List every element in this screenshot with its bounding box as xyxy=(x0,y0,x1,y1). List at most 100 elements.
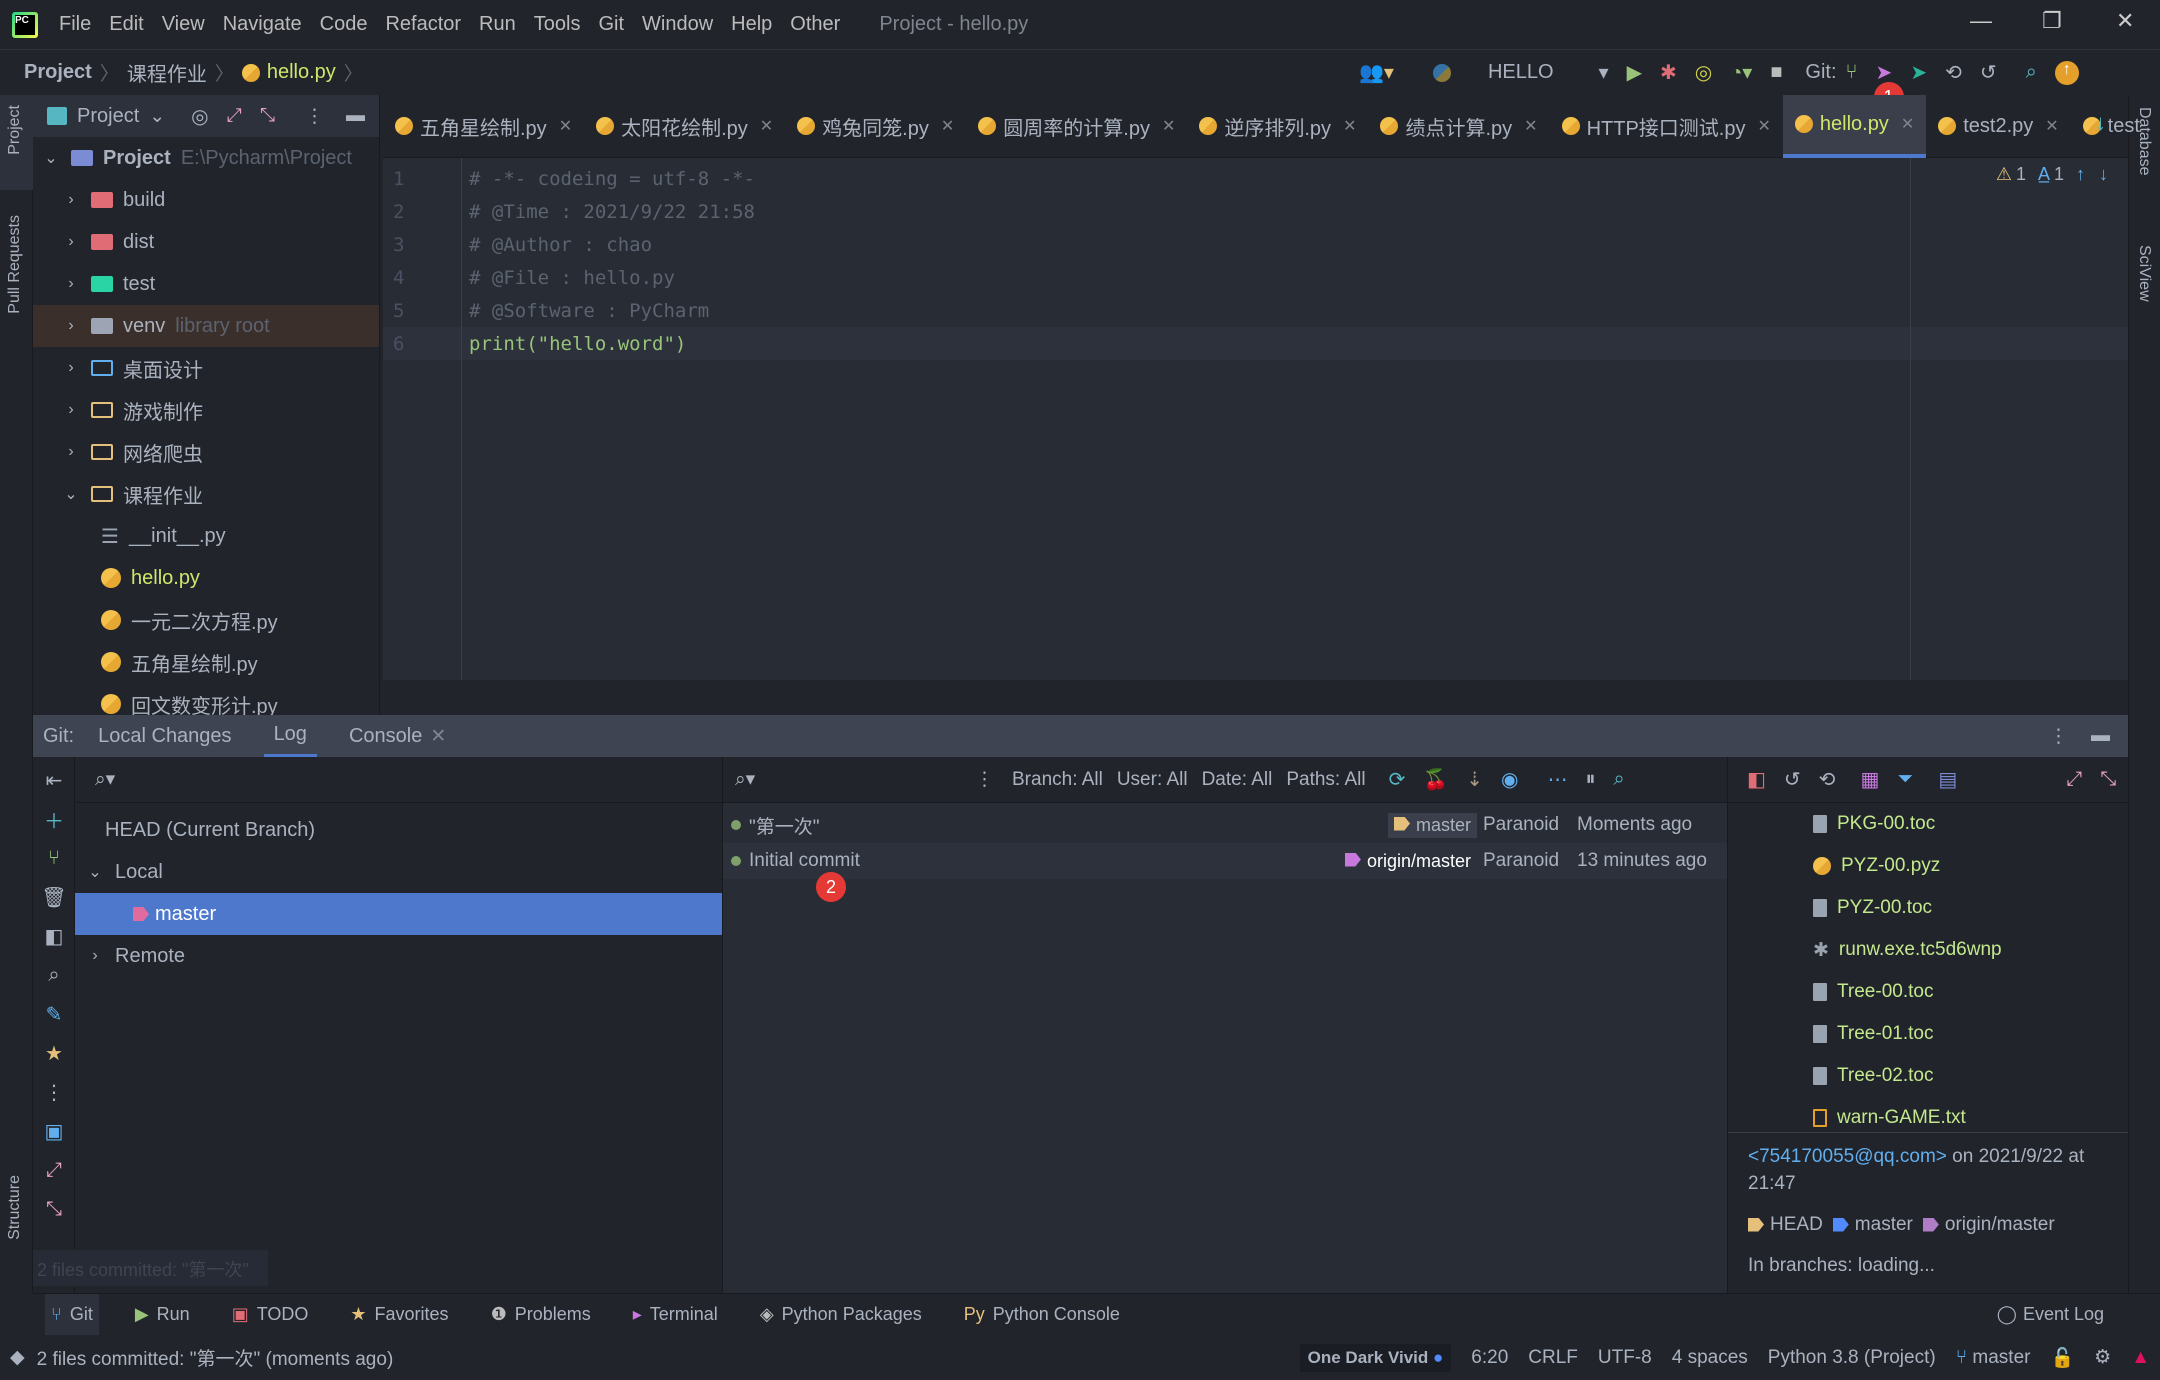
expand-all-icon[interactable]: ⤢ xyxy=(227,105,242,127)
menu-view[interactable]: View xyxy=(162,13,205,36)
breadcrumb-project[interactable]: Project xyxy=(24,61,92,84)
branch-head[interactable]: HEAD (Current Branch) xyxy=(75,809,722,851)
breadcrumb-file[interactable]: hello.py xyxy=(267,61,336,84)
code-editor[interactable]: 1 # -*- codeing = utf-8 -*- 2 # @Time : 202… xyxy=(383,158,2128,680)
next-highlight-icon[interactable]: ↓ xyxy=(2099,164,2108,185)
favorite-star-icon[interactable]: ★ xyxy=(33,1034,75,1073)
branch-group-remote[interactable]: › Remote xyxy=(75,935,722,977)
menu-window[interactable]: Window xyxy=(642,13,713,36)
history-icon[interactable]: ⟲ xyxy=(1819,767,1836,792)
tab-local-changes[interactable]: Local Changes xyxy=(98,715,231,757)
run-icon[interactable]: ▶ xyxy=(1627,60,1642,85)
author-email-link[interactable]: <754170055@qq.com> xyxy=(1748,1146,1947,1167)
tab-2[interactable]: 鸡兔同笼.py ✕ xyxy=(785,95,966,158)
chevron-down-icon[interactable]: ⌄ xyxy=(41,148,61,168)
tree-item[interactable]: › test xyxy=(33,263,379,305)
menu-run[interactable]: Run xyxy=(479,13,516,36)
chevron-right-icon[interactable]: › xyxy=(61,233,81,251)
more-icon[interactable]: ⋮ xyxy=(33,1073,75,1112)
changed-file[interactable]: Tree-01.toc xyxy=(1728,1013,2128,1055)
filter-branch[interactable]: Branch: All xyxy=(1012,769,1103,791)
options-icon[interactable]: ⋮ xyxy=(975,768,994,791)
close-tab-icon[interactable]: ✕ xyxy=(1162,116,1175,136)
tool-window-problems[interactable]: ❶ Problems xyxy=(485,1294,597,1336)
tab-5[interactable]: 绩点计算.py ✕ xyxy=(1368,95,1549,158)
sort-icon[interactable]: ⇣ xyxy=(1466,767,1483,792)
chevron-down-icon[interactable]: ⌄ xyxy=(61,484,81,504)
filter-user[interactable]: User: All xyxy=(1117,769,1188,791)
filter-paths[interactable]: Paths: All xyxy=(1286,769,1365,791)
close-tab-icon[interactable]: ✕ xyxy=(559,116,572,136)
collapse-all-icon[interactable]: ⤡ xyxy=(260,105,275,127)
log-search-input[interactable]: ⌕▾ xyxy=(735,768,975,791)
stripe-sciview[interactable]: SciView xyxy=(2135,245,2153,302)
checkout-icon[interactable]: ⑂ xyxy=(33,839,75,878)
tool-window-python-packages[interactable]: ◈ Python Packages xyxy=(754,1294,928,1336)
tab-0[interactable]: 五角星绘制.py ✕ xyxy=(383,95,584,158)
breadcrumb-folder[interactable]: 课程作业 xyxy=(127,58,207,87)
search-icon[interactable]: ⌕ xyxy=(1613,768,1624,791)
close-window-button[interactable]: ✕ xyxy=(2116,8,2134,34)
rollback-icon[interactable]: ↺ xyxy=(1980,60,1997,85)
tool-window-todo[interactable]: ▣ TODO xyxy=(226,1294,315,1336)
git-push-icon[interactable]: ➤ xyxy=(1910,60,1927,85)
tree-item[interactable]: ☰ __init__.py xyxy=(33,515,379,557)
update-icon[interactable]: ↑ xyxy=(2054,60,2079,85)
tool-window-terminal[interactable]: ▸ Terminal xyxy=(627,1294,724,1336)
revert-icon[interactable]: ↺ xyxy=(1784,767,1801,792)
tool-window-python-console[interactable]: Py Python Console xyxy=(958,1294,1126,1336)
debug-icon[interactable]: ✱ xyxy=(1660,60,1677,85)
close-tab-icon[interactable]: ✕ xyxy=(760,116,773,136)
tree-item[interactable]: ⌄ 课程作业 xyxy=(33,473,379,515)
hide-panel-icon[interactable]: ▬ xyxy=(2091,725,2110,747)
menu-file[interactable]: File xyxy=(59,13,91,36)
tree-item[interactable]: 一元二次方程.py xyxy=(33,599,379,641)
cherry-pick-icon[interactable]: 🍒 xyxy=(1423,767,1448,792)
file-encoding[interactable]: UTF-8 xyxy=(1598,1347,1652,1369)
stripe-pull-requests[interactable]: Pull Requests xyxy=(6,215,24,314)
collapse-icon[interactable]: ⤡ xyxy=(33,1190,75,1229)
git-commit-icon[interactable]: ➤1 xyxy=(1873,60,1904,112)
tab-7[interactable]: hello.py ✕ xyxy=(1782,94,1927,158)
locate-icon[interactable]: ◎ xyxy=(191,104,208,129)
search-icon[interactable]: ⌕ xyxy=(2026,61,2037,84)
options-icon[interactable]: ⋮ xyxy=(2049,725,2068,748)
branch-search-input[interactable]: ⌕▾ xyxy=(75,757,722,803)
tree-item[interactable]: › 桌面设计 xyxy=(33,347,379,389)
tree-item[interactable]: 五角星绘制.py xyxy=(33,641,379,683)
group-by-icon[interactable]: ▣ xyxy=(33,1112,75,1151)
status-message[interactable]: 2 files committed: "第一次" (moments ago) xyxy=(37,1344,394,1371)
commit-row[interactable]: "第一次" master Paranoid Moments ago xyxy=(723,807,1727,843)
users-icon[interactable]: 👥▾ xyxy=(1359,60,1394,85)
chevron-right-icon[interactable]: › xyxy=(61,191,81,209)
hide-panel-icon[interactable]: ▬ xyxy=(346,105,365,127)
changed-file[interactable]: PYZ-00.toc xyxy=(1728,887,2128,929)
close-tab-icon[interactable]: ✕ xyxy=(1524,116,1537,136)
changed-file[interactable]: Tree-00.toc xyxy=(1728,971,2128,1013)
options-icon[interactable]: ⋮ xyxy=(305,105,324,128)
git-branch-icon[interactable]: ⑂ xyxy=(1846,61,1858,84)
view-options-icon[interactable]: ◉ xyxy=(1501,767,1518,792)
changed-file[interactable]: PYZ-00.pyz xyxy=(1728,845,2128,887)
tool-window-git[interactable]: ⑂ Git xyxy=(45,1293,99,1336)
stop-icon[interactable]: ■ xyxy=(1770,61,1782,84)
tree-item[interactable]: › 网络爬虫 xyxy=(33,431,379,473)
menu-other[interactable]: Other xyxy=(790,13,840,36)
tab-9[interactable]: test xyxy=(2071,95,2152,158)
menu-code[interactable]: Code xyxy=(320,13,368,36)
warning-icon[interactable]: ⚠ xyxy=(1996,164,2012,185)
tool-window-favorites[interactable]: ★ Favorites xyxy=(344,1294,454,1336)
menu-navigate[interactable]: Navigate xyxy=(223,13,302,36)
delete-icon[interactable]: 🗑 xyxy=(33,878,75,917)
close-tab-icon[interactable]: ✕ xyxy=(1343,116,1356,136)
inspector-icon[interactable]: ⚙ xyxy=(2094,1346,2111,1369)
chevron-right-icon[interactable]: › xyxy=(61,443,81,461)
caret-position[interactable]: 6:20 xyxy=(1471,1347,1508,1369)
branch-group-local[interactable]: ⌄ Local xyxy=(75,851,722,893)
python-interpreter[interactable]: Python 3.8 (Project) xyxy=(1768,1347,1936,1369)
collapse-branches-icon[interactable]: ⇤ xyxy=(33,761,75,800)
tab-list-icon[interactable]: ↓ xyxy=(2095,110,2106,136)
tree-item[interactable]: › dist xyxy=(33,221,379,263)
search-icon[interactable]: ⌕ xyxy=(33,956,75,995)
minimize-button[interactable]: — xyxy=(1970,8,1992,34)
